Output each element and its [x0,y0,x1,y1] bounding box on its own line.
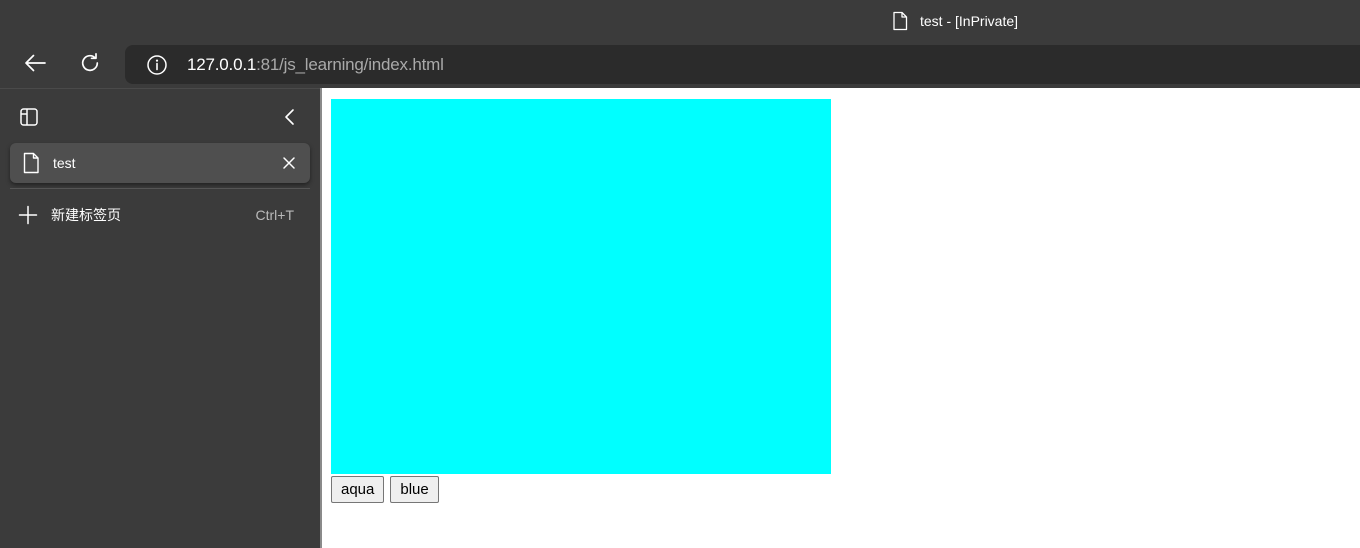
close-icon[interactable] [278,152,300,174]
info-icon[interactable] [146,54,168,76]
new-tab-button[interactable]: 新建标签页 Ctrl+T [10,201,310,229]
color-buttons: aqua blue [331,476,439,503]
url-path: :81/js_learning/index.html [256,54,444,74]
document-icon [892,11,908,31]
vertical-tabs-sidebar: test 新建标签页 Ctrl+T [0,88,320,548]
refresh-button[interactable] [75,50,105,80]
window-title-text: test - [InPrivate] [920,13,1019,29]
url-text: 127.0.0.1:81/js_learning/index.html [187,55,444,75]
document-icon [21,152,41,174]
plus-icon [18,205,38,225]
tab-label: test [53,155,76,171]
page-viewport: aqua blue [322,88,1360,548]
back-arrow-icon [23,53,47,78]
color-box [331,99,831,474]
refresh-icon [79,52,101,79]
tab-actions-icon[interactable] [18,106,40,128]
sidebar-divider [10,188,310,189]
new-tab-shortcut: Ctrl+T [255,207,295,223]
window-title: test - [InPrivate] [892,10,1018,32]
back-button[interactable] [20,50,50,80]
tab-test[interactable]: test [10,143,310,183]
blue-button[interactable]: blue [390,476,439,503]
aqua-button[interactable]: aqua [331,476,385,503]
title-bar: test - [InPrivate] [0,0,1360,42]
collapse-sidebar-icon[interactable] [279,106,301,128]
url-host: 127.0.0.1 [187,54,257,74]
address-bar[interactable]: 127.0.0.1:81/js_learning/index.html [125,45,1360,84]
browser-toolbar: 127.0.0.1:81/js_learning/index.html [0,42,1360,88]
sidebar-header [0,89,320,141]
new-tab-label: 新建标签页 [51,207,121,223]
